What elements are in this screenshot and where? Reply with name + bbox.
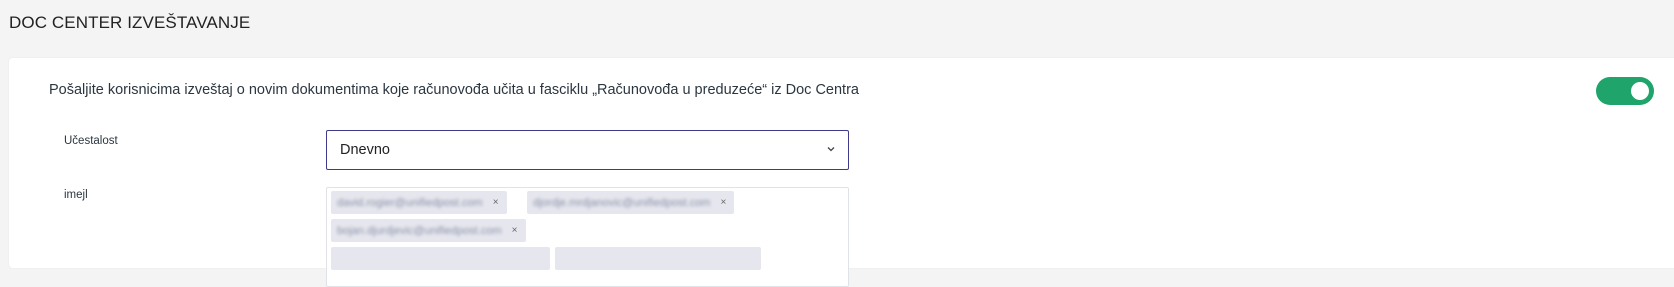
toggle-knob <box>1631 82 1649 100</box>
report-settings-card: Pošaljite korisnicima izveštaj o novim d… <box>9 58 1674 287</box>
page-title: DOC CENTER IZVEŠTAVANJE <box>9 13 251 32</box>
email-chip-text: david.rogier@unifiedpost.com <box>337 196 483 209</box>
email-chip-text: bojan.djurdjevic@unifiedpost.com <box>337 224 502 237</box>
chip-remove-icon[interactable]: × <box>493 197 499 208</box>
email-chip: david.rogier@unifiedpost.com × <box>331 191 507 214</box>
email-chip: djordje.mrdjanovic@unifiedpost.com × <box>527 191 735 214</box>
report-description: Pošaljite korisnicima izveštaj o novim d… <box>49 82 859 98</box>
frequency-selected-value: Dnevno <box>340 142 390 158</box>
email-chip <box>331 247 550 270</box>
email-label: imejl <box>64 189 88 201</box>
email-recipients-field[interactable]: david.rogier@unifiedpost.com × djordje.m… <box>326 187 849 287</box>
report-enabled-toggle[interactable] <box>1596 77 1654 105</box>
email-chip-text: djordje.mrdjanovic@unifiedpost.com <box>533 196 711 209</box>
chip-remove-icon[interactable]: × <box>512 225 518 236</box>
chevron-down-icon <box>827 147 835 152</box>
email-chip <box>555 247 761 270</box>
chip-remove-icon[interactable]: × <box>720 197 726 208</box>
frequency-label: Učestalost <box>64 135 118 147</box>
email-chip: bojan.djurdjevic@unifiedpost.com × <box>331 219 526 242</box>
frequency-select[interactable]: Dnevno <box>326 130 849 170</box>
